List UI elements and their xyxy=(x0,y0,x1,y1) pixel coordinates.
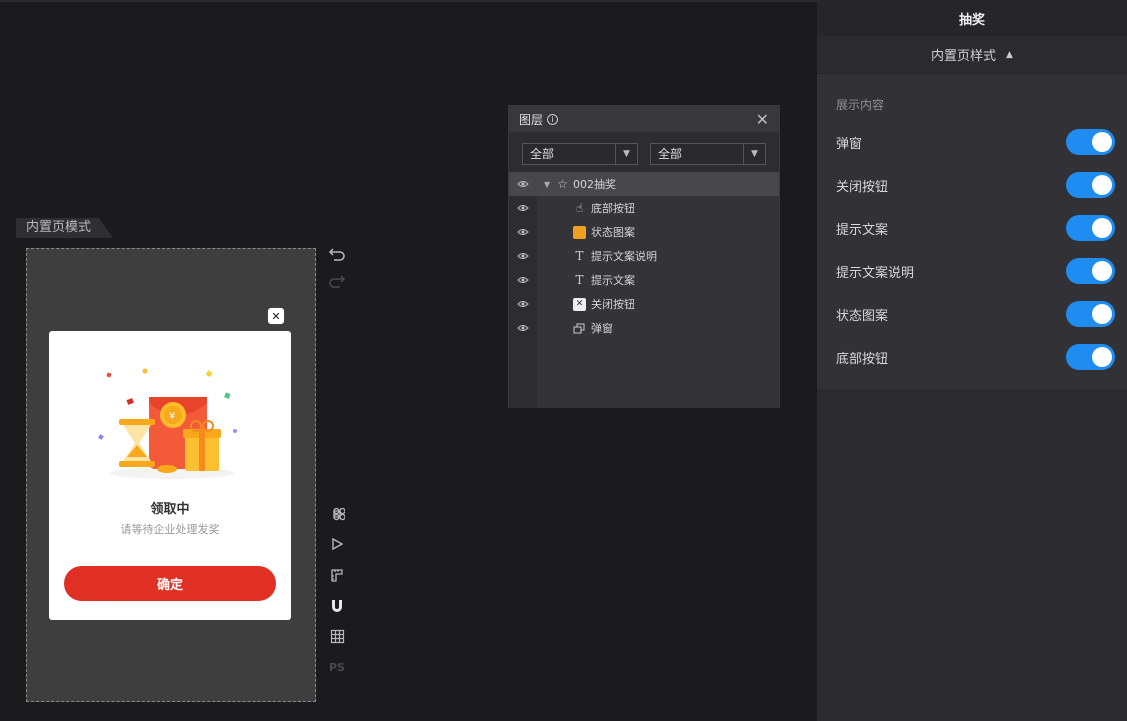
toggle-label: 状态图案 xyxy=(836,308,889,324)
command-icon[interactable] xyxy=(327,504,347,524)
section-label: 展示内容 xyxy=(836,98,885,112)
layer-row[interactable]: 弹窗 xyxy=(509,316,779,340)
toggle-switch[interactable] xyxy=(1066,301,1115,327)
triangle-up-icon: ▲ xyxy=(1006,49,1013,60)
layers-title: 图层 xyxy=(519,112,544,127)
layer-label: 底部按钮 xyxy=(591,202,635,215)
eye-icon[interactable] xyxy=(517,250,529,262)
confirm-button[interactable]: 确定 xyxy=(64,566,276,601)
toggle-row-status-image: 状态图案 xyxy=(836,301,1115,327)
toggle-label: 提示文案说明 xyxy=(836,265,915,281)
toggle-row-tip-text: 提示文案 xyxy=(836,215,1115,241)
toggle-knob xyxy=(1092,175,1112,195)
toggle-knob xyxy=(1092,261,1112,281)
close-icon[interactable]: ✕ xyxy=(756,110,769,129)
toggle-knob xyxy=(1092,132,1112,152)
mode-label: 内置页模式 xyxy=(16,218,113,238)
layer-row[interactable]: T 提示文案说明 xyxy=(509,244,779,268)
section-title: 内置页样式 xyxy=(931,49,997,64)
toggle-row-popup: 弹窗 xyxy=(836,129,1115,155)
ruler-icon[interactable] xyxy=(327,565,347,585)
image-icon xyxy=(573,225,586,239)
toggle-row-close-button: 关闭按钮 xyxy=(836,172,1115,198)
eye-icon[interactable] xyxy=(517,226,529,238)
phone-canvas[interactable]: ✕ ¥ 领取中 请等待企业处理发奖 确定 xyxy=(26,248,316,702)
undo-icon[interactable] xyxy=(327,244,347,264)
toggle-row-tip-description: 提示文案说明 xyxy=(836,258,1115,284)
popup-title: 领取中 xyxy=(150,502,190,517)
magnet-icon[interactable] xyxy=(327,596,347,616)
properties-panel: 抽奖 内置页样式 ▲ 展示内容 弹窗 关闭按钮 提示文案 提示文案说明 状态图案… xyxy=(817,0,1127,721)
eye-icon[interactable] xyxy=(517,322,529,334)
popup-description: 请等待企业处理发奖 xyxy=(120,523,220,536)
toggle-label: 提示文案 xyxy=(836,222,889,238)
layer-filter-select-1[interactable]: 全部 ▼ xyxy=(522,143,638,165)
toggle-switch[interactable] xyxy=(1066,344,1115,370)
toggle-knob xyxy=(1092,347,1112,367)
close-image-icon: ✕ xyxy=(573,297,586,311)
layer-row[interactable]: 状态图案 xyxy=(509,220,779,244)
svg-text:¥: ¥ xyxy=(169,411,175,422)
toggle-row-bottom-button: 底部按钮 xyxy=(836,344,1115,370)
top-border xyxy=(0,0,817,2)
window-icon xyxy=(573,323,585,333)
layer-row[interactable]: T 提示文案 xyxy=(509,268,779,292)
layer-row[interactable]: ☝ 底部按钮 xyxy=(509,196,779,220)
layer-label: 状态图案 xyxy=(591,226,635,239)
info-icon[interactable]: i xyxy=(547,113,559,125)
toggle-switch[interactable] xyxy=(1066,215,1115,241)
reward-illustration: ¥ xyxy=(98,368,237,479)
caret-down-icon[interactable]: ▼ xyxy=(544,180,550,189)
component-icon: ☆ xyxy=(557,177,568,191)
display-content-section: 展示内容 弹窗 关闭按钮 提示文案 提示文案说明 状态图案 底部按钮 xyxy=(817,74,1127,390)
layer-row[interactable]: ✕ 关闭按钮 xyxy=(509,292,779,316)
toggle-label: 弹窗 xyxy=(836,136,863,152)
eye-icon[interactable] xyxy=(517,298,529,310)
play-icon[interactable] xyxy=(327,534,347,554)
layer-label: 提示文案 xyxy=(591,274,635,287)
toggle-switch[interactable] xyxy=(1066,172,1115,198)
toggle-switch[interactable] xyxy=(1066,129,1115,155)
layer-label: 弹窗 xyxy=(591,322,613,335)
layer-label: 002抽奖 xyxy=(573,178,616,191)
redo-icon[interactable] xyxy=(327,271,347,291)
toggle-knob xyxy=(1092,218,1112,238)
layer-filter-select-2[interactable]: 全部 ▼ xyxy=(650,143,766,165)
eye-icon[interactable] xyxy=(517,202,529,214)
layer-label: 关闭按钮 xyxy=(591,298,635,311)
toggle-knob xyxy=(1092,304,1112,324)
eye-icon[interactable] xyxy=(517,274,529,286)
layer-row-root[interactable]: ▼ ☆ 002抽奖 xyxy=(509,172,779,196)
layers-panel: 图层 i ✕ 全部 ▼ 全部 ▼ ▼ ☆ 002抽奖 ☝ 底部按钮 状态图案 T… xyxy=(508,105,780,408)
toggle-label: 底部按钮 xyxy=(836,351,889,367)
text-icon: T xyxy=(575,273,584,287)
eye-icon[interactable] xyxy=(517,178,529,190)
layer-label: 提示文案说明 xyxy=(591,250,657,263)
toggle-switch[interactable] xyxy=(1066,258,1115,284)
style-section-header[interactable]: 内置页样式 ▲ xyxy=(817,36,1127,74)
panel-title: 抽奖 xyxy=(817,0,1127,36)
toggle-label: 关闭按钮 xyxy=(836,179,889,195)
chevron-down-icon: ▼ xyxy=(743,144,765,164)
grid-icon[interactable] xyxy=(327,626,347,646)
chevron-down-icon: ▼ xyxy=(615,144,637,164)
ps-icon[interactable]: PS xyxy=(327,657,347,677)
popup-close-icon[interactable]: ✕ xyxy=(267,307,285,325)
text-icon: T xyxy=(575,249,584,263)
layers-header: 图层 i ✕ xyxy=(509,106,779,132)
hand-icon: ☝ xyxy=(575,201,584,215)
popup-card[interactable]: ¥ 领取中 请等待企业处理发奖 确定 xyxy=(49,331,291,620)
